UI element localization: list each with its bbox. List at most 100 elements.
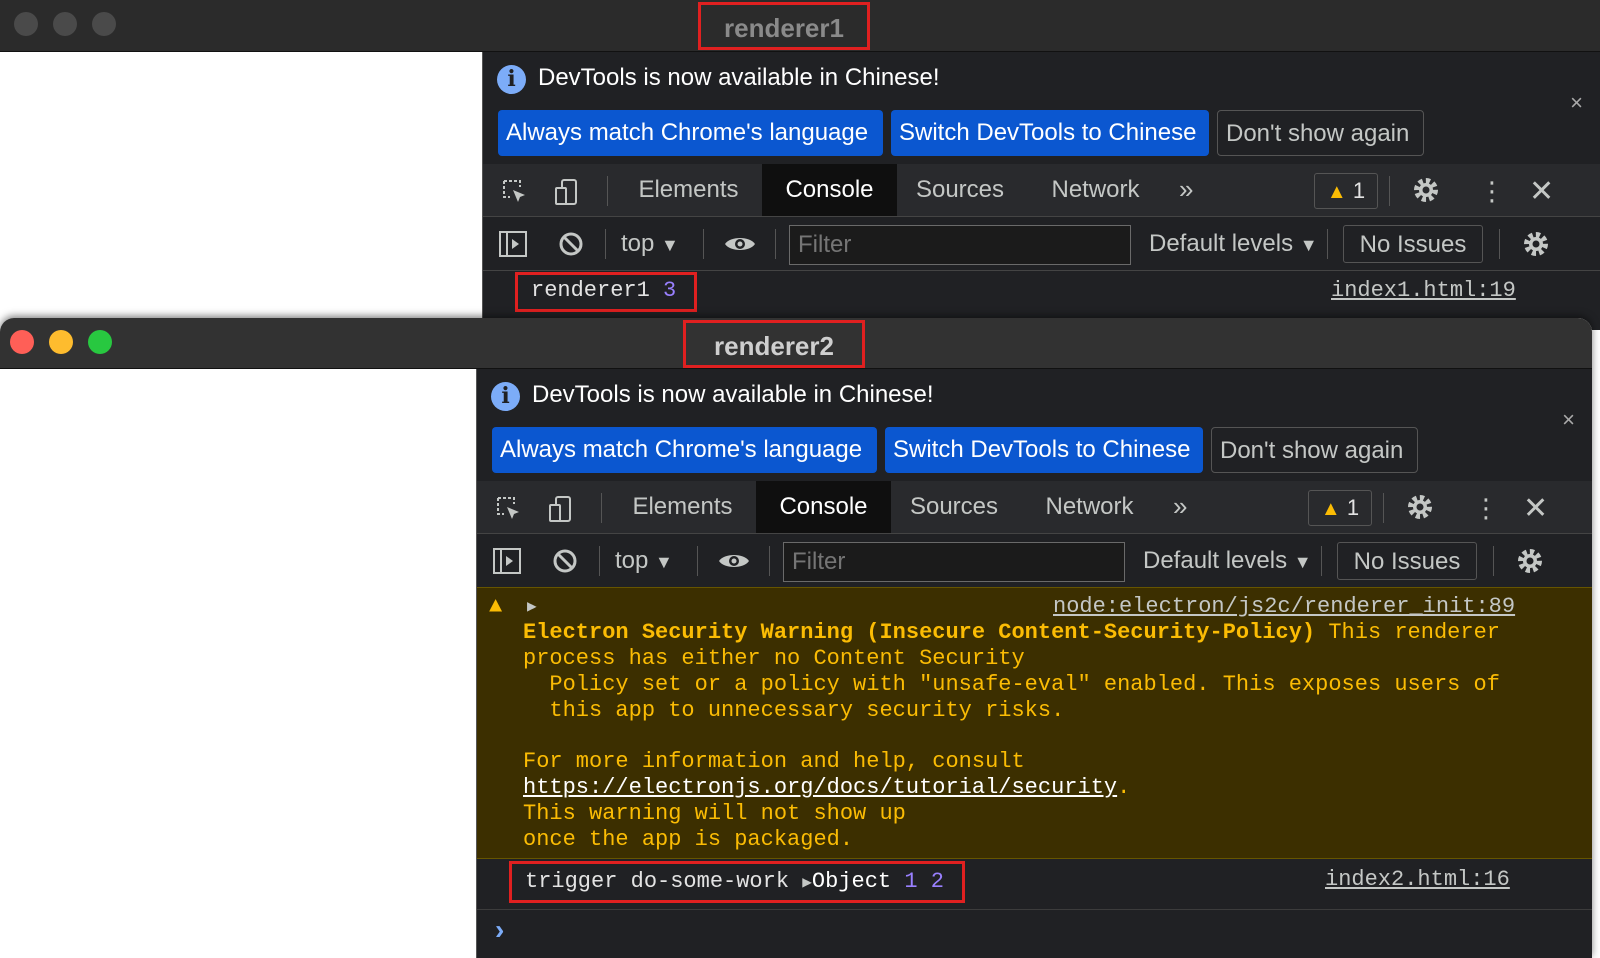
window-renderer2: renderer2 i DevTools is now available in… bbox=[0, 318, 1592, 958]
info-icon: i bbox=[497, 65, 526, 94]
more-tabs-icon[interactable]: » bbox=[1179, 164, 1193, 216]
log-levels-dropdown[interactable]: Default levels ▼ bbox=[1149, 217, 1318, 272]
infobar-message: DevTools is now available in Chinese! bbox=[538, 64, 940, 91]
clear-console-icon[interactable] bbox=[551, 548, 579, 574]
warning-icon: ▲ bbox=[1326, 181, 1347, 203]
log-source-link[interactable]: index2.html:16 bbox=[1325, 867, 1510, 892]
warning-count: 1 bbox=[1346, 495, 1360, 520]
language-infobar: i DevTools is now available in Chinese! … bbox=[477, 369, 1592, 482]
tab-console[interactable]: Console bbox=[756, 481, 891, 533]
minimize-window-button[interactable] bbox=[53, 12, 77, 36]
warning-count: 1 bbox=[1352, 178, 1366, 203]
traffic-lights bbox=[10, 330, 112, 354]
more-options-icon[interactable]: ⋮ bbox=[1473, 495, 1499, 521]
settings-gear-icon[interactable] bbox=[1405, 492, 1435, 522]
console-log-row[interactable]: renderer1 3 index1.html:19 bbox=[483, 270, 1600, 312]
warning-line: For more information and help, consult bbox=[523, 749, 1025, 774]
page-content bbox=[0, 52, 482, 330]
context-value: top bbox=[615, 547, 649, 574]
always-match-language-button[interactable]: Always match Chrome's language bbox=[492, 427, 877, 473]
inspect-element-icon[interactable] bbox=[501, 178, 529, 206]
infobar-message: DevTools is now available in Chinese! bbox=[532, 381, 934, 408]
security-docs-link[interactable]: https://electronjs.org/docs/tutorial/sec… bbox=[523, 775, 1117, 800]
warning-line: Policy set or a policy with "unsafe-eval… bbox=[523, 672, 1500, 697]
live-expression-eye-icon[interactable] bbox=[723, 231, 757, 257]
warning-line: once the app is packaged. bbox=[523, 827, 854, 852]
tab-sources[interactable]: Sources bbox=[891, 481, 1017, 533]
dont-show-again-button[interactable]: Don't show again bbox=[1211, 427, 1418, 473]
live-expression-eye-icon[interactable] bbox=[717, 548, 751, 574]
levels-label: Default levels bbox=[1143, 547, 1288, 574]
title-bar[interactable]: renderer2 bbox=[0, 318, 1592, 369]
issues-button[interactable]: No Issues bbox=[1337, 542, 1477, 580]
issues-button[interactable]: No Issues bbox=[1343, 225, 1483, 263]
expand-object-icon[interactable]: ▶ bbox=[802, 874, 812, 892]
console-settings-gear-icon[interactable] bbox=[1515, 546, 1545, 576]
log-text: trigger do-some-work bbox=[525, 869, 803, 894]
devtools-tabbar: Elements Console Sources Network » ▲ 1 ⋮… bbox=[483, 164, 1600, 217]
close-window-button[interactable] bbox=[14, 12, 38, 36]
warning-title: Electron Security Warning (Insecure Cont… bbox=[523, 620, 1316, 645]
page-content bbox=[0, 369, 476, 958]
sidebar-toggle-icon[interactable] bbox=[493, 548, 521, 574]
console-toolbar: top ▼ Default levels ▼ No Issues bbox=[477, 534, 1592, 588]
minimize-window-button[interactable] bbox=[49, 330, 73, 354]
log-levels-dropdown[interactable]: Default levels ▼ bbox=[1143, 534, 1312, 589]
log-message: renderer1 3 bbox=[531, 278, 676, 303]
expand-triangle-icon[interactable]: ▶ bbox=[527, 596, 537, 616]
window-renderer1: renderer1 i DevTools is now available in… bbox=[0, 0, 1600, 330]
device-toolbar-icon[interactable] bbox=[553, 178, 581, 206]
devtools-tabbar: Elements Console Sources Network » ▲ 1 ⋮… bbox=[477, 481, 1592, 534]
devtools-panel: i DevTools is now available in Chinese! … bbox=[476, 369, 1592, 958]
console-prompt-row[interactable]: › bbox=[477, 909, 1592, 958]
infobar-close-icon[interactable]: × bbox=[1562, 407, 1575, 433]
context-selector[interactable]: top ▼ bbox=[615, 534, 673, 589]
console-filter-input[interactable] bbox=[789, 225, 1131, 265]
console-settings-gear-icon[interactable] bbox=[1521, 229, 1551, 259]
zoom-window-button[interactable] bbox=[92, 12, 116, 36]
sidebar-toggle-icon[interactable] bbox=[499, 231, 527, 257]
tab-console[interactable]: Console bbox=[762, 164, 897, 216]
context-selector[interactable]: top ▼ bbox=[621, 217, 679, 272]
dont-show-again-button[interactable]: Don't show again bbox=[1217, 110, 1424, 156]
warning-source-link[interactable]: node:electron/js2c/renderer_init:89 bbox=[1053, 594, 1515, 619]
clear-console-icon[interactable] bbox=[557, 231, 585, 257]
title-bar[interactable]: renderer1 bbox=[0, 0, 1600, 52]
log-number: 2 bbox=[930, 869, 944, 894]
warnings-badge[interactable]: ▲ 1 bbox=[1314, 173, 1378, 209]
warning-line: this app to unnecessary security risks. bbox=[523, 698, 1065, 723]
log-message: trigger do-some-work ▶Object 1 2 bbox=[525, 869, 944, 894]
window-title: renderer2 bbox=[683, 320, 865, 368]
traffic-lights bbox=[14, 12, 116, 36]
console-log-row[interactable]: trigger do-some-work ▶Object 1 2 index2.… bbox=[477, 859, 1592, 909]
device-toolbar-icon[interactable] bbox=[547, 495, 575, 523]
tab-network[interactable]: Network bbox=[1027, 481, 1152, 533]
tab-network[interactable]: Network bbox=[1033, 164, 1158, 216]
console-filter-input[interactable] bbox=[783, 542, 1125, 582]
close-devtools-icon[interactable]: ✕ bbox=[1529, 174, 1554, 209]
language-infobar: i DevTools is now available in Chinese! … bbox=[483, 52, 1600, 165]
warnings-badge[interactable]: ▲ 1 bbox=[1308, 490, 1372, 526]
close-window-button[interactable] bbox=[10, 330, 34, 354]
tab-elements[interactable]: Elements bbox=[615, 481, 750, 533]
tab-sources[interactable]: Sources bbox=[897, 164, 1023, 216]
more-options-icon[interactable]: ⋮ bbox=[1479, 178, 1505, 204]
security-warning-message[interactable]: ▲ ▶ node:electron/js2c/renderer_init:89 … bbox=[477, 587, 1592, 859]
more-tabs-icon[interactable]: » bbox=[1173, 481, 1187, 533]
console-toolbar: top ▼ Default levels ▼ No Issues bbox=[483, 217, 1600, 271]
infobar-close-icon[interactable]: × bbox=[1570, 90, 1583, 116]
log-text: renderer1 bbox=[531, 278, 650, 303]
settings-gear-icon[interactable] bbox=[1411, 175, 1441, 205]
inspect-element-icon[interactable] bbox=[495, 495, 523, 523]
close-devtools-icon[interactable]: ✕ bbox=[1523, 491, 1548, 526]
tab-elements[interactable]: Elements bbox=[621, 164, 756, 216]
switch-to-chinese-button[interactable]: Switch DevTools to Chinese bbox=[885, 427, 1203, 473]
always-match-language-button[interactable]: Always match Chrome's language bbox=[498, 110, 883, 156]
object-label[interactable]: Object bbox=[812, 869, 891, 894]
info-icon: i bbox=[491, 382, 520, 411]
chevron-down-icon: ▼ bbox=[655, 552, 673, 572]
zoom-window-button[interactable] bbox=[88, 330, 112, 354]
switch-to-chinese-button[interactable]: Switch DevTools to Chinese bbox=[891, 110, 1209, 156]
log-number: 1 bbox=[904, 869, 918, 894]
log-source-link[interactable]: index1.html:19 bbox=[1331, 278, 1516, 303]
